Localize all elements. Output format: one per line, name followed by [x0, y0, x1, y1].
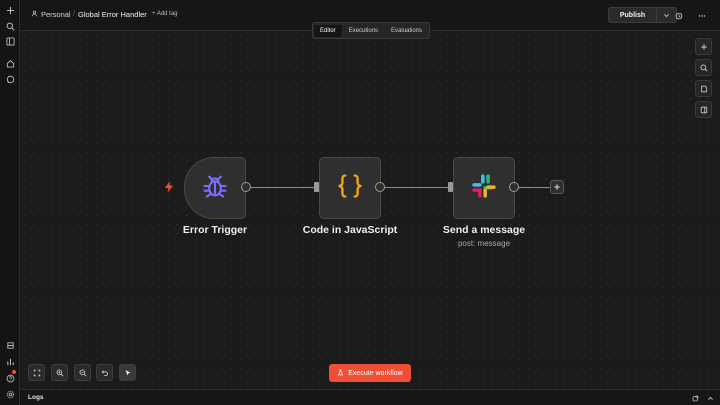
home-icon[interactable]: [4, 57, 16, 69]
node-code-javascript[interactable]: [319, 157, 381, 219]
sticky-note-button[interactable]: [695, 80, 712, 97]
braces-icon: [336, 172, 364, 205]
connection-line: [519, 187, 550, 188]
node-output-port[interactable]: [509, 182, 519, 192]
undo-button[interactable]: [96, 364, 113, 381]
pointer-icon: [124, 364, 132, 382]
node-output-port[interactable]: [375, 182, 385, 192]
more-options-icon[interactable]: [696, 10, 707, 21]
execute-workflow-button[interactable]: Execute workflow: [329, 364, 411, 382]
tab-editor[interactable]: Editor: [314, 24, 342, 37]
search-nodes-button[interactable]: [695, 59, 712, 76]
zoom-in-button[interactable]: [51, 364, 68, 381]
flask-icon: [337, 368, 344, 378]
user-icon: [31, 10, 38, 19]
chevron-up-icon[interactable]: [705, 393, 715, 403]
node-label: Code in JavaScript: [302, 224, 398, 236]
history-icon[interactable]: [673, 10, 684, 21]
execute-workflow-label: Execute workflow: [348, 369, 403, 377]
tab-executions[interactable]: Executions: [343, 25, 384, 37]
fit-view-icon: [33, 364, 41, 382]
breadcrumb-separator: /: [73, 9, 76, 18]
add-next-node-button[interactable]: [550, 180, 564, 194]
project-breadcrumb[interactable]: Personal: [31, 10, 71, 19]
pop-out-icon[interactable]: [690, 393, 700, 403]
templates-icon[interactable]: [4, 339, 16, 351]
search-icon: [700, 59, 708, 77]
zoom-in-icon: [56, 364, 64, 382]
plus-icon: [700, 38, 708, 56]
panel-icon[interactable]: [4, 35, 16, 47]
plus-icon[interactable]: [4, 4, 16, 16]
node-label: Error Trigger: [182, 224, 248, 236]
undo-icon: [101, 364, 109, 382]
connection-line: [251, 187, 314, 188]
view-tabs: Editor Executions Evaluations: [312, 22, 431, 39]
chat-icon[interactable]: [4, 73, 16, 85]
plus-icon: [553, 178, 561, 196]
pointer-mode-button[interactable]: [119, 364, 136, 381]
panel-toggle-icon: [700, 101, 708, 119]
sticky-note-icon: [700, 80, 708, 98]
add-tag-button[interactable]: + Add tag: [152, 11, 178, 17]
node-error-trigger[interactable]: [184, 157, 246, 219]
node-label: Send a message: [442, 224, 526, 236]
chevron-down-icon: [663, 6, 670, 24]
workflow-title[interactable]: Global Error Handler: [78, 10, 147, 19]
trigger-bolt-icon: [165, 181, 173, 193]
slack-icon: [470, 172, 498, 205]
notification-dot: [12, 370, 16, 374]
zoom-out-icon: [79, 364, 87, 382]
connection-line: [385, 187, 448, 188]
logs-bar[interactable]: Logs: [20, 389, 720, 405]
settings-icon[interactable]: [4, 388, 16, 400]
add-node-button[interactable]: [695, 38, 712, 55]
publish-button[interactable]: Publish: [608, 7, 657, 23]
fit-view-button[interactable]: [28, 364, 45, 381]
logs-label: Logs: [28, 394, 44, 401]
bug-icon: [201, 172, 229, 205]
panel-toggle-button[interactable]: [695, 101, 712, 118]
left-sidebar: [0, 0, 20, 405]
project-name: Personal: [41, 10, 71, 19]
node-send-message[interactable]: [453, 157, 515, 219]
zoom-out-button[interactable]: [74, 364, 91, 381]
search-icon[interactable]: [4, 20, 16, 32]
insights-icon[interactable]: [4, 355, 16, 367]
node-subtitle: post: message: [457, 239, 511, 248]
tab-evaluations[interactable]: Evaluations: [385, 25, 428, 37]
node-output-port[interactable]: [241, 182, 251, 192]
